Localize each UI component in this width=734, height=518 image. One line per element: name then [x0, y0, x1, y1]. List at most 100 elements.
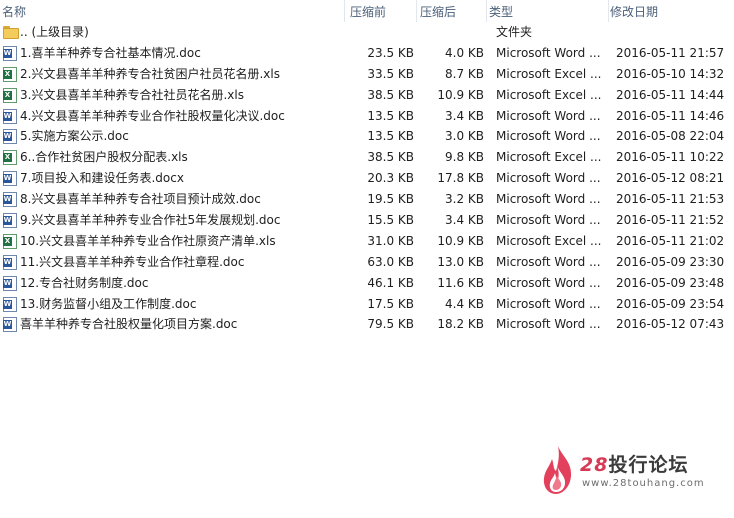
file-name: 2.兴文县喜羊羊种养专合社贫困户社员花名册.xls: [20, 66, 280, 81]
file-modified-date: 2016-05-10 14:32: [616, 66, 725, 81]
file-row[interactable]: 11.兴文县喜羊羊种养专业合作社章程.doc 63.0 KB 13.0 KB Micr…: [0, 252, 734, 273]
column-divider[interactable]: [608, 0, 609, 22]
file-type: Microsoft Word ...: [496, 254, 601, 269]
file-compressed-size: 23.5 KB: [367, 45, 414, 60]
file-modified-date: 2016-05-09 23:48: [616, 275, 725, 290]
file-size: 11.6 KB: [437, 275, 484, 290]
word-doc-icon: [3, 317, 17, 333]
file-row[interactable]: 13.财务监督小组及工作制度.doc 17.5 KB 4.4 KB Microsoft…: [0, 294, 734, 315]
file-compressed-size: 63.0 KB: [367, 254, 414, 269]
file-type: Microsoft Excel ...: [496, 233, 602, 248]
file-type: Microsoft Word ...: [496, 171, 601, 186]
file-row[interactable]: 喜羊羊种养专合社股权量化项目方案.doc 79.5 KB 18.2 KB Micros…: [0, 314, 734, 335]
file-type: Microsoft Word ...: [496, 108, 601, 123]
watermark-title-text: 投行论坛: [608, 454, 689, 476]
column-header-compressed[interactable]: 压缩前: [350, 4, 386, 20]
word-doc-icon: [3, 254, 17, 270]
file-row[interactable]: 12.专合社财务制度.doc 46.1 KB 11.6 KB Microsoft Wo…: [0, 273, 734, 294]
column-divider[interactable]: [416, 0, 417, 22]
file-modified-date: 2016-05-11 10:22: [616, 150, 725, 165]
file-size: 4.4 KB: [445, 296, 484, 311]
file-list: .. (上级目录) 文件夹 1.喜羊羊种养专合社基本情况.doc 23.5 KB 4.0…: [0, 22, 734, 335]
file-name: 13.财务监督小组及工作制度.doc: [20, 296, 197, 311]
file-row[interactable]: 10.兴文县喜羊羊种养专业合作社原资产清单.xls 31.0 KB 10.9 KB M…: [0, 231, 734, 252]
column-header-bar: 名称 压缩前 压缩后 类型 修改日期: [0, 0, 734, 22]
file-type: Microsoft Excel ...: [496, 87, 602, 102]
watermark-number: 28: [580, 454, 609, 476]
file-row[interactable]: 6..合作社贫困户股权分配表.xls 38.5 KB 9.8 KB Microsoft…: [0, 147, 734, 168]
column-divider[interactable]: [486, 0, 487, 22]
file-compressed-size: 20.3 KB: [367, 171, 414, 186]
file-size: 13.0 KB: [437, 254, 484, 269]
watermark-url: www.28touhang.com: [582, 478, 705, 489]
file-compressed-size: 19.5 KB: [367, 192, 414, 207]
file-size: 3.0 KB: [445, 129, 484, 144]
file-modified-date: 2016-05-11 14:44: [616, 87, 725, 102]
column-divider[interactable]: [344, 0, 345, 22]
word-doc-icon: [3, 171, 17, 187]
watermark-logo: 28投行论坛 www.28touhang.com: [540, 444, 730, 498]
file-modified-date: 2016-05-11 21:52: [616, 213, 725, 228]
word-doc-icon: [3, 275, 17, 291]
file-row[interactable]: 5.实施方案公示.doc 13.5 KB 3.0 KB Microsoft Word …: [0, 126, 734, 147]
file-type: Microsoft Word ...: [496, 192, 601, 207]
file-compressed-size: 38.5 KB: [367, 87, 414, 102]
file-row[interactable]: 7.项目投入和建设任务表.docx 20.3 KB 17.8 KB Microsoft…: [0, 168, 734, 189]
word-doc-icon: [3, 108, 17, 124]
word-doc-icon: [3, 129, 17, 145]
file-row[interactable]: 1.喜羊羊种养专合社基本情况.doc 23.5 KB 4.0 KB Microsoft…: [0, 43, 734, 64]
file-name: 4.兴文县喜羊羊种养专业合作社股权量化决议.doc: [20, 108, 285, 123]
file-row[interactable]: 3.兴文县喜羊羊种养专合社社员花名册.xls 38.5 KB 10.9 KB Micr…: [0, 85, 734, 106]
file-compressed-size: 13.5 KB: [367, 129, 414, 144]
file-compressed-size: 79.5 KB: [367, 317, 414, 332]
file-size: 3.4 KB: [445, 213, 484, 228]
column-header-name[interactable]: 名称: [2, 4, 26, 20]
excel-xls-icon: [3, 87, 17, 103]
column-header-modified[interactable]: 修改日期: [610, 4, 658, 20]
watermark-title: 28投行论坛: [580, 450, 688, 477]
file-name: 喜羊羊种养专合社股权量化项目方案.doc: [20, 317, 238, 332]
column-header-type[interactable]: 类型: [489, 4, 513, 20]
file-size: 3.4 KB: [445, 108, 484, 123]
file-row[interactable]: 8.兴文县喜羊羊种养专合社项目预计成效.doc 19.5 KB 3.2 KB Micr…: [0, 189, 734, 210]
file-modified-date: 2016-05-11 21:53: [616, 192, 725, 207]
file-modified-date: 2016-05-09 23:54: [616, 296, 725, 311]
file-name: 7.项目投入和建设任务表.docx: [20, 171, 184, 186]
file-size: 3.2 KB: [445, 192, 484, 207]
file-name: 12.专合社财务制度.doc: [20, 275, 149, 290]
file-compressed-size: 33.5 KB: [367, 66, 414, 81]
file-compressed-size: 13.5 KB: [367, 108, 414, 123]
file-row[interactable]: 4.兴文县喜羊羊种养专业合作社股权量化决议.doc 13.5 KB 3.4 KB Mi…: [0, 106, 734, 127]
file-type: Microsoft Word ...: [496, 275, 601, 290]
file-type: Microsoft Word ...: [496, 296, 601, 311]
file-type: Microsoft Word ...: [496, 129, 601, 144]
file-type: Microsoft Word ...: [496, 213, 601, 228]
word-doc-icon: [3, 45, 17, 61]
file-name: .. (上级目录): [20, 25, 89, 39]
word-doc-icon: [3, 213, 17, 229]
file-type: Microsoft Word ...: [496, 45, 601, 60]
file-row[interactable]: 2.兴文县喜羊羊种养专合社贫困户社员花名册.xls 33.5 KB 8.7 KB Mi…: [0, 64, 734, 85]
file-modified-date: 2016-05-12 07:43: [616, 317, 725, 332]
file-size: 17.8 KB: [437, 171, 484, 186]
file-row[interactable]: 9.兴文县喜羊羊种养专业合作社5年发展规划.doc 15.5 KB 3.4 KB Mi…: [0, 210, 734, 231]
file-name: 3.兴文县喜羊羊种养专合社社员花名册.xls: [20, 87, 244, 102]
word-doc-icon: [3, 192, 17, 208]
file-name: 9.兴文县喜羊羊种养专业合作社5年发展规划.doc: [20, 213, 281, 228]
folder-icon: [3, 26, 19, 39]
file-name: 6..合作社贫困户股权分配表.xls: [20, 150, 188, 165]
flame-logo-icon: [543, 446, 572, 494]
file-compressed-size: 38.5 KB: [367, 150, 414, 165]
column-header-size[interactable]: 压缩后: [420, 4, 456, 20]
excel-xls-icon: [3, 66, 17, 82]
file-type: Microsoft Excel ...: [496, 66, 602, 81]
word-doc-icon: [3, 296, 17, 312]
file-size: 8.7 KB: [445, 66, 484, 81]
parent-folder-row[interactable]: .. (上级目录) 文件夹: [0, 22, 734, 43]
file-compressed-size: 17.5 KB: [367, 296, 414, 311]
file-modified-date: 2016-05-09 23:30: [616, 254, 725, 269]
file-name: 10.兴文县喜羊羊种养专业合作社原资产清单.xls: [20, 233, 276, 248]
excel-xls-icon: [3, 150, 17, 166]
file-modified-date: 2016-05-11 21:02: [616, 233, 725, 248]
file-size: 9.8 KB: [445, 150, 484, 165]
